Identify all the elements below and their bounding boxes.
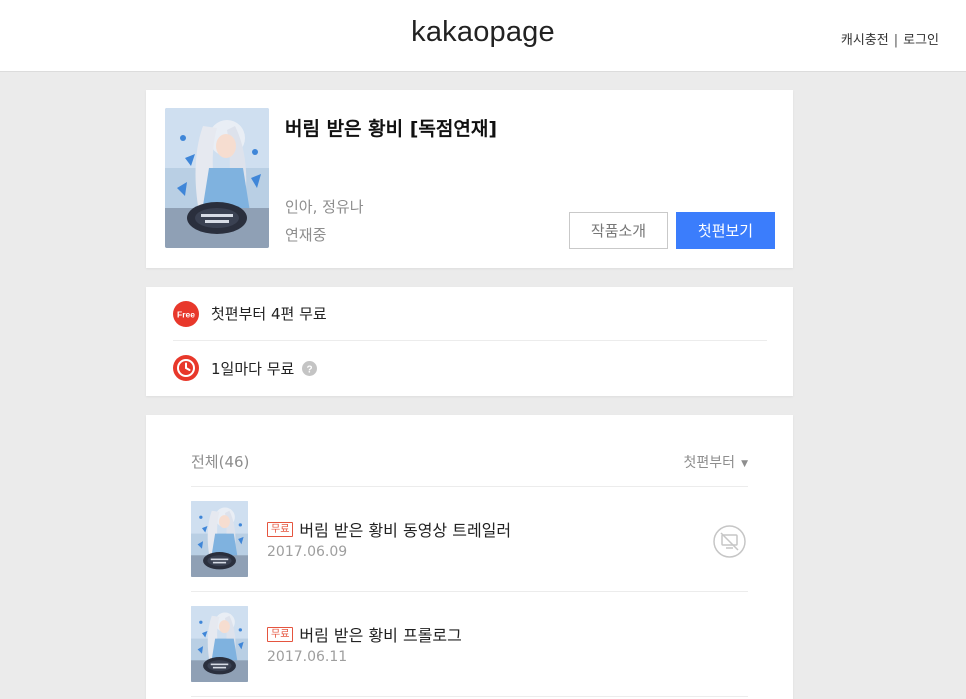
intro-button[interactable]: 작품소개 (569, 212, 668, 249)
help-icon[interactable]: ? (302, 360, 318, 376)
free-episodes-label: 첫편부터 4편 무료 (211, 305, 327, 323)
episode-title-row: 무료 버림 받은 황비 동영상 트레일러 (267, 517, 511, 541)
free-tag: 무료 (267, 521, 294, 537)
episode-title-row: 무료 버림 받은 황비 프롤로그 (267, 622, 462, 646)
daily-free-label: 1일마다 무료 (211, 359, 295, 378)
episode-thumbnail (191, 501, 248, 577)
episode-title: 버림 받은 황비 프롤로그 (299, 626, 462, 645)
cash-charge-link[interactable]: 캐시충전 (841, 33, 889, 48)
episode-date: 2017.06.11 (267, 649, 348, 665)
sort-dropdown[interactable]: 첫편부터 ▼ (684, 452, 748, 472)
chevron-down-icon: ▼ (741, 459, 748, 469)
episode-divider (191, 696, 748, 697)
episode-thumbnail (191, 606, 248, 682)
episode-total-count: 전체(46) (191, 453, 250, 471)
episode-date: 2017.06.09 (267, 544, 348, 560)
episode-item[interactable]: 무료 버림 받은 황비 동영상 트레일러 2017.06.09 (146, 487, 793, 592)
first-episode-button[interactable]: 첫편보기 (676, 212, 775, 249)
free-info-card: Free 첫편부터 4편 무료 1일마다 무료 ? (146, 287, 793, 396)
series-cover-image (165, 108, 269, 248)
series-authors: 인아, 정유나 (285, 198, 364, 216)
daily-free-row: 1일마다 무료 ? (173, 341, 767, 395)
svg-text:?: ? (307, 364, 313, 375)
list-header: 전체(46) 첫편부터 ▼ (191, 415, 748, 487)
kakaopage-logo[interactable]: kakaopage (0, 16, 966, 49)
series-card: 버림 받은 황비 [독점연재] 인아, 정유나 연재중 작품소개 첫편보기 (146, 90, 793, 268)
episode-title: 버림 받은 황비 동영상 트레일러 (299, 521, 512, 540)
sort-label: 첫편부터 (683, 455, 736, 471)
top-links: 캐시충전 | 로그인 (841, 29, 939, 48)
no-video-icon (713, 525, 746, 558)
episode-item[interactable]: 무료 버림 받은 황비 프롤로그 2017.06.11 (146, 592, 793, 697)
free-episodes-row: Free 첫편부터 4편 무료 (173, 287, 767, 341)
free-badge-text: Free (177, 309, 195, 319)
series-status: 연재중 (285, 226, 327, 244)
series-title: 버림 받은 황비 [독점연재] (285, 118, 498, 140)
top-bar: kakaopage 캐시충전 | 로그인 (0, 0, 966, 72)
episode-list-card: 전체(46) 첫편부터 ▼ 무료 버림 받은 황비 동영상 트레일러 2017.0… (146, 415, 793, 699)
free-tag: 무료 (267, 626, 294, 642)
clock-icon (173, 355, 199, 381)
free-badge-icon: Free (173, 300, 199, 327)
login-link[interactable]: 로그인 (903, 33, 939, 48)
link-separator: | (893, 33, 899, 48)
